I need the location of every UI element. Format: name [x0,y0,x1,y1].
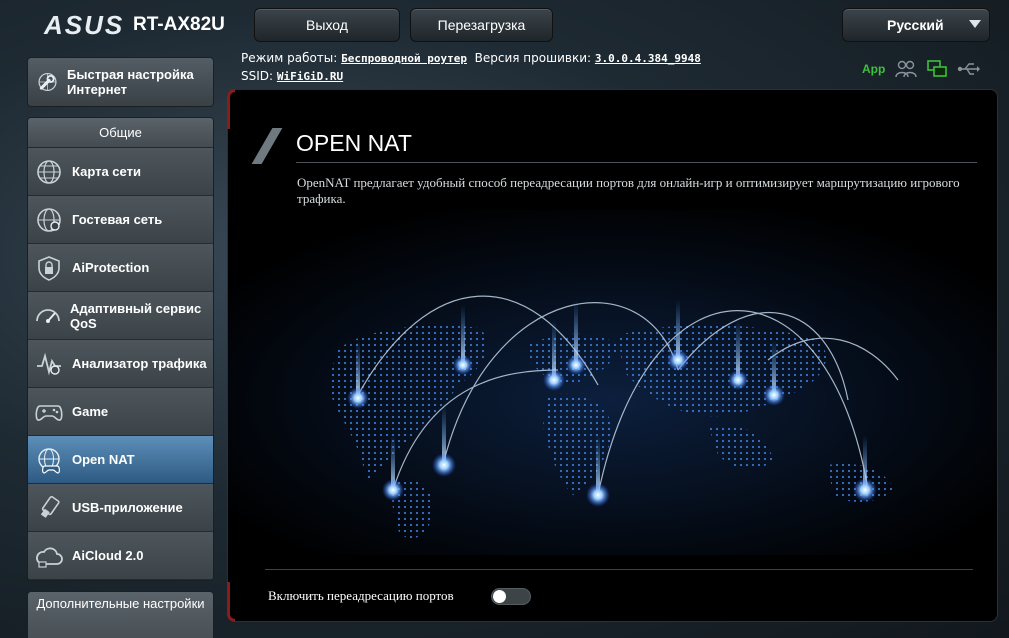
operation-info: Режим работы: Беспроводной роутер Версия… [241,51,701,65]
clients-icon[interactable] [895,60,918,78]
router-model: RT-AX82U [133,14,225,35]
ssid-link[interactable]: WiFiGiD.RU [277,70,343,83]
page-description: OpenNAT предлагает удобный способ переад… [297,175,960,206]
sidebar-item-label: AiCloud 2.0 [72,548,144,563]
sidebar-item-open-nat[interactable]: Open NAT [28,436,213,484]
sidebar-item-aicloud[interactable]: AiCloud 2.0 [28,532,213,580]
mode-label: Режим работы: [241,51,338,65]
usb-status-icon[interactable] [957,62,981,76]
sidebar-item-traffic-analyzer[interactable]: Анализатор трафика [28,340,213,388]
quick-setup-label: Быстрая настройка Интернет [67,67,194,97]
sidebar-item-guest-network[interactable]: Гостевая сеть [28,196,213,244]
toggle-knob [493,590,506,603]
sidebar-item-label: Game [72,404,109,419]
usb-icon [34,493,64,523]
app-icon[interactable]: App [862,62,885,76]
reboot-button[interactable]: Перезагрузка [410,8,553,42]
sidebar-item-label: Анализатор трафика [72,356,207,371]
sidebar-item-label: AiProtection [72,260,150,275]
sidebar-item-aiprotection[interactable]: AiProtection [28,244,213,292]
globe-icon [34,157,64,187]
ssid-label: SSID: [241,69,274,83]
firmware-link[interactable]: 3.0.0.4.384_9948 [595,52,701,65]
language-select[interactable]: Русский [842,8,990,42]
shield-lock-icon [34,253,64,283]
sidebar-item-network-map[interactable]: Карта сети [28,148,213,196]
gamepad-icon [34,397,64,427]
language-value: Русский [887,17,944,33]
gamepad-globe-icon [34,445,64,475]
sidebar-item-label: Open NAT [72,452,135,467]
panel-accent-top [227,89,235,129]
cloud-icon [34,541,64,571]
port-forwarding-label: Включить переадресацию портов [268,588,454,603]
logout-button[interactable]: Выход [254,8,400,42]
firmware-label: Версия прошивки: [474,51,592,65]
top-bar: ASUS RT-AX82U Выход Перезагрузка Русский [0,0,1009,50]
status-icons: App [862,60,981,78]
panel-accent-bottom [227,582,235,622]
page-title: OPEN NAT [296,130,412,156]
sidebar-general: Общие Карта сети Гостевая сеть AiProtect… [27,117,214,581]
sidebar-item-label: Карта сети [72,164,141,179]
world-network-image [228,210,997,555]
mode-link[interactable]: Беспроводной роутер [341,52,467,65]
sidebar-item-label: Адаптивный сервис QoS [70,300,202,331]
port-forwarding-toggle[interactable] [491,588,531,605]
section-divider [265,569,973,570]
advanced-settings-header[interactable]: Дополнительные настройки [27,591,214,638]
traffic-analyzer-icon [34,349,64,379]
guest-globe-icon [34,205,64,235]
wrench-globe-icon [38,72,57,92]
sidebar-item-label: Гостевая сеть [72,212,163,227]
speedometer-icon [34,301,62,331]
sidebar-item-usb-app[interactable]: USB-приложение [28,484,213,532]
ssid-info: SSID: WiFiGiD.RU [241,69,343,83]
network-icon[interactable] [927,60,948,78]
sidebar-item-label: USB-приложение [72,500,183,515]
sidebar-item-qos[interactable]: Адаптивный сервис QoS [28,292,213,340]
general-header: Общие [28,118,213,148]
chevron-down-icon [969,20,981,28]
title-divider [296,162,977,163]
asus-logo: ASUS [44,10,125,40]
quick-setup-button[interactable]: Быстрая настройка Интернет [27,57,214,107]
sidebar-item-game[interactable]: Game [28,388,213,436]
